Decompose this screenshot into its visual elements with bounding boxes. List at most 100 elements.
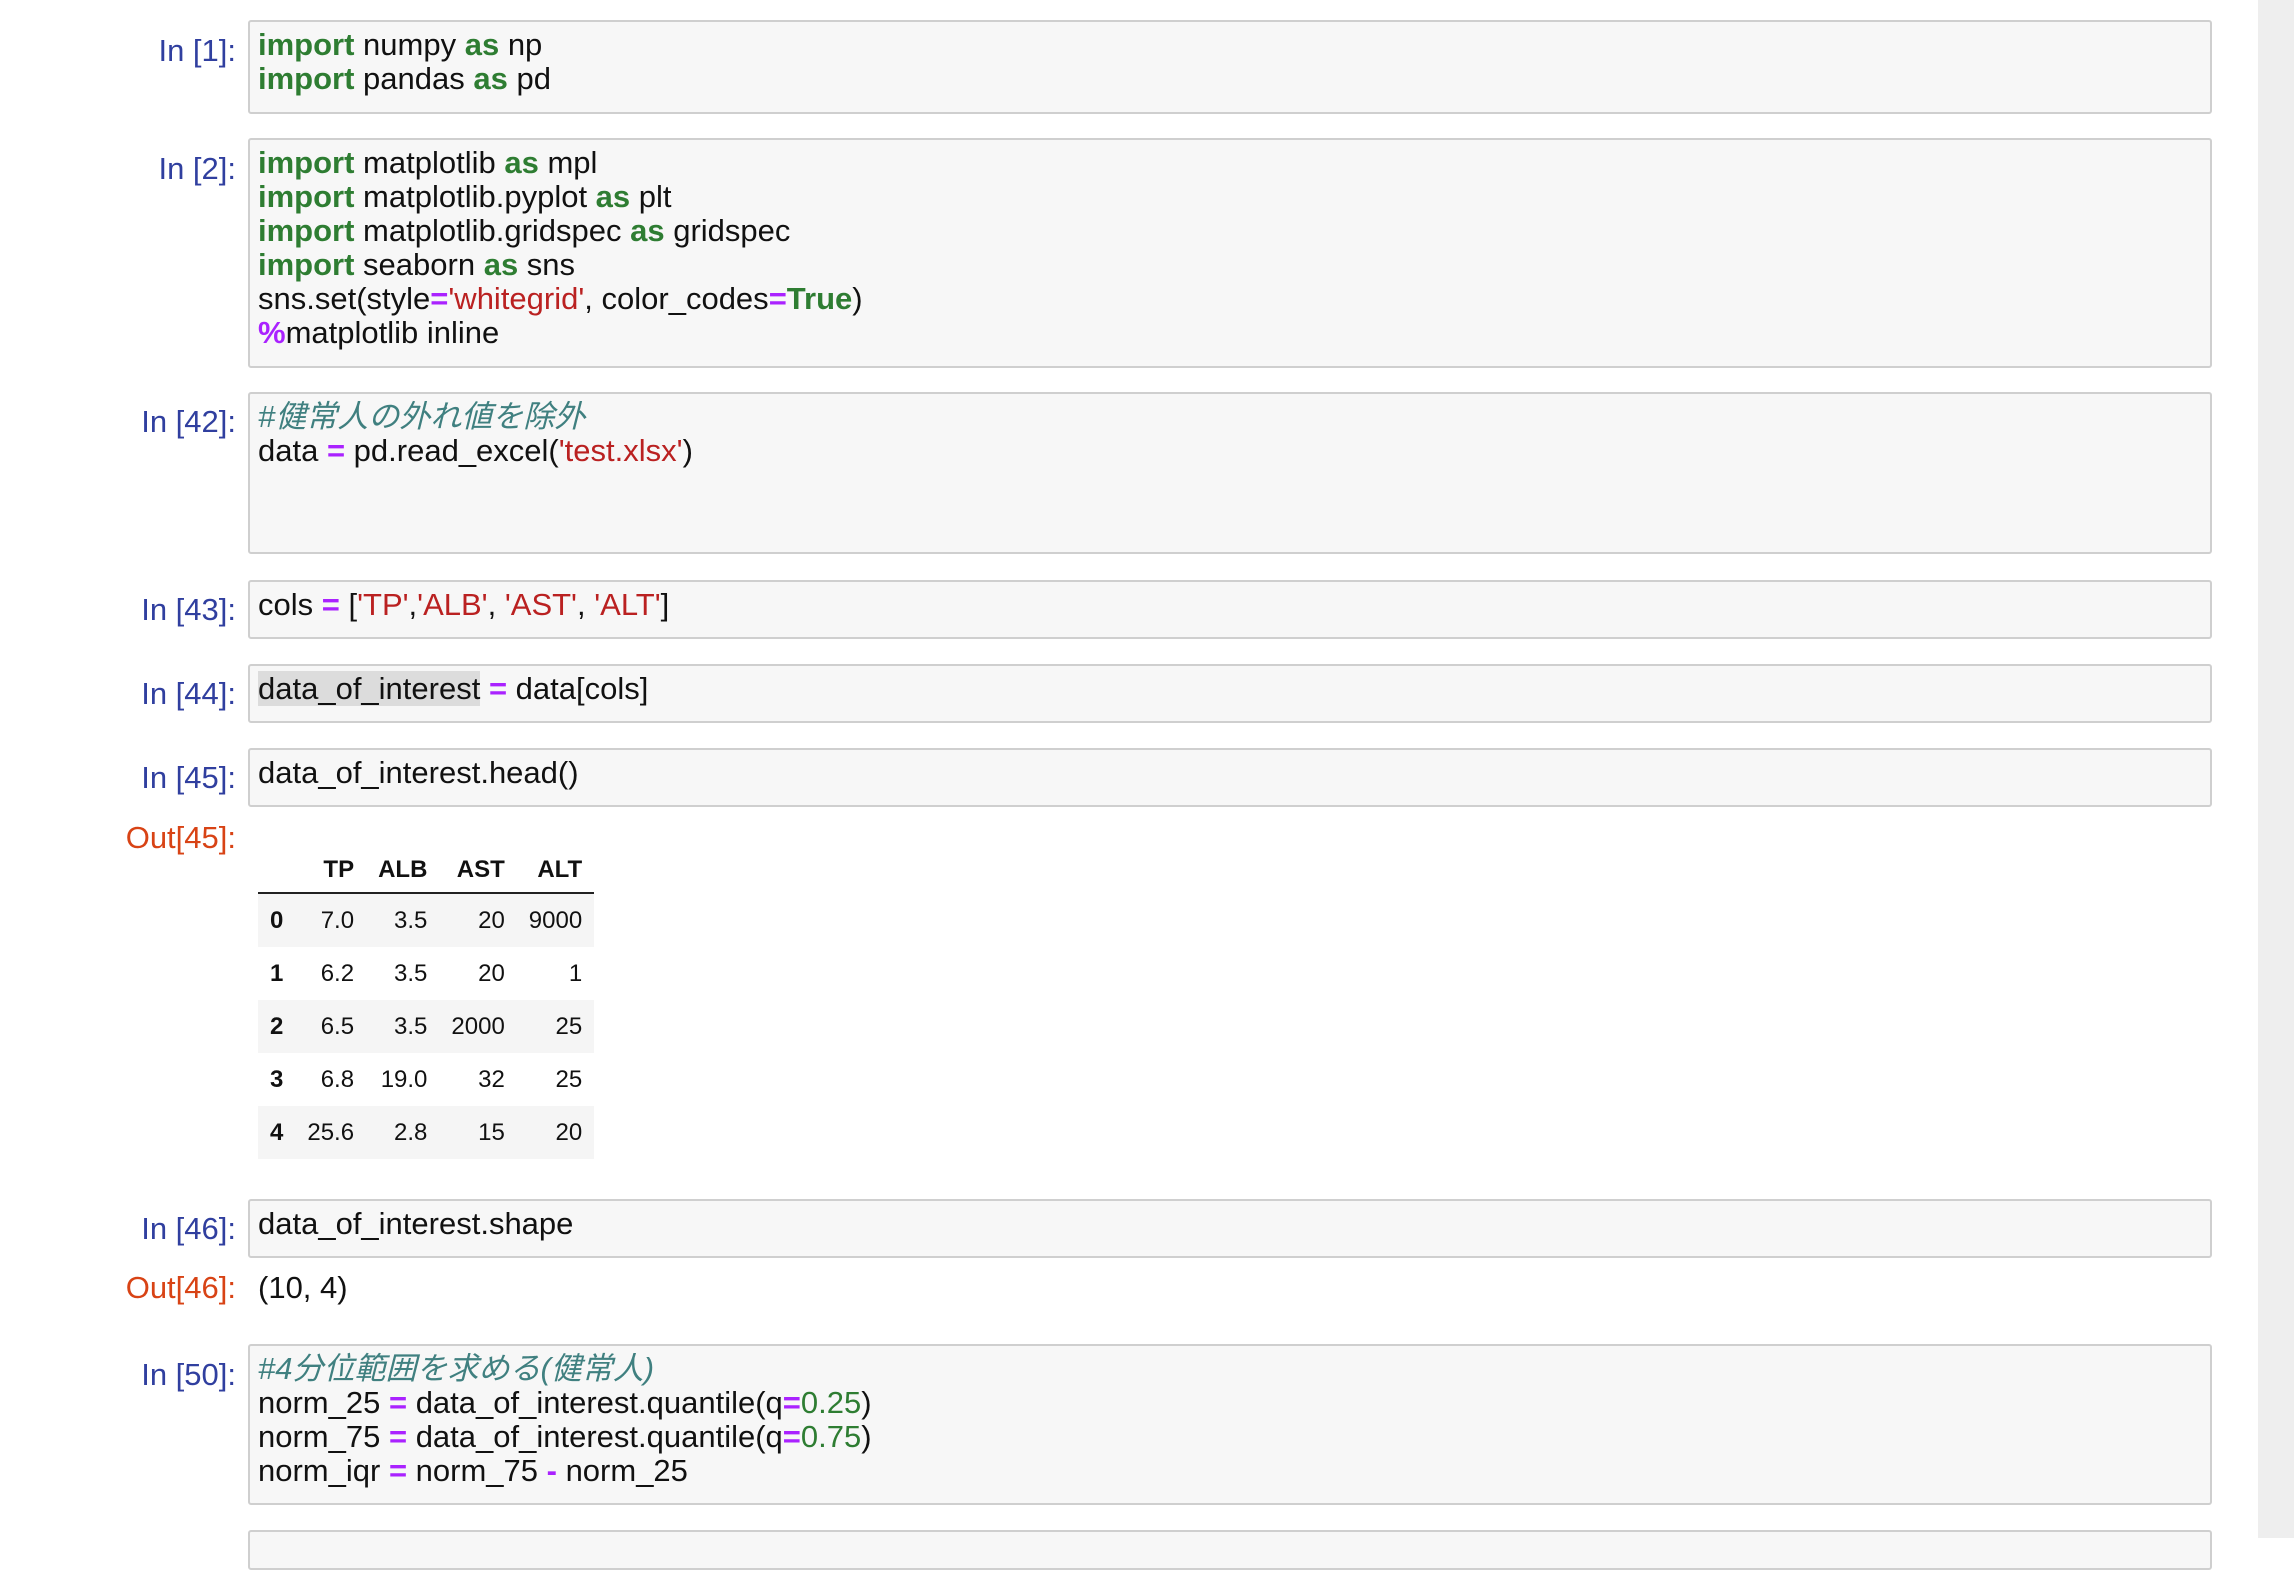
table-cell: 3.5 bbox=[394, 959, 428, 987]
code-text: numpy bbox=[354, 27, 465, 62]
keyword: as bbox=[630, 213, 665, 248]
table-cell: 6.2 bbox=[320, 959, 355, 987]
operator: = bbox=[782, 1419, 801, 1454]
keyword: import bbox=[258, 179, 355, 214]
code-text: matplotlib inline bbox=[285, 315, 500, 350]
table-row: 2 6.5 3.5 2000 25 bbox=[258, 1000, 595, 1053]
keyword: import bbox=[258, 27, 355, 62]
code-text: cols bbox=[258, 587, 322, 622]
code-text: data bbox=[258, 433, 327, 468]
keyword: as bbox=[483, 247, 519, 282]
scrollbar-gutter[interactable] bbox=[2258, 0, 2294, 1538]
table-row: 3 6.8 19.0 32 25 bbox=[258, 1053, 594, 1106]
table-cell: 19.0 bbox=[380, 1065, 428, 1093]
code-text: ] bbox=[660, 587, 670, 622]
input-prompt: In [44]: bbox=[141, 676, 236, 711]
string-literal: 'AST' bbox=[504, 587, 577, 622]
code-text: np bbox=[499, 27, 543, 62]
table-cell: 20 bbox=[478, 959, 505, 987]
input-prompt: In [42]: bbox=[141, 404, 236, 439]
index-header bbox=[258, 848, 296, 894]
code-text: norm_iqr bbox=[258, 1453, 389, 1488]
code-cell-2[interactable]: import matplotlib as mpl import matplotl… bbox=[248, 138, 2212, 368]
table-cell: 20 bbox=[555, 1118, 583, 1146]
code-text: data[cols] bbox=[507, 671, 649, 706]
operator: = bbox=[326, 433, 346, 468]
code-comment: #健常人の外れ値を除外 bbox=[258, 399, 586, 434]
code-text: mpl bbox=[538, 145, 598, 180]
table-cell: 6.5 bbox=[320, 1012, 355, 1040]
string-literal: 'ALB' bbox=[417, 587, 488, 622]
operator: = bbox=[388, 1385, 408, 1420]
code-text: matplotlib.gridspec bbox=[354, 213, 631, 248]
operator: = bbox=[388, 1453, 408, 1488]
table-row: 0 7.0 3.5 20 9000 bbox=[258, 893, 595, 947]
code-cell-45[interactable]: data_of_interest.head() bbox=[248, 748, 2212, 807]
code-cell-50[interactable]: #4分位範囲を求める(健常人) norm_25 = data_of_intere… bbox=[248, 1344, 2212, 1505]
code-text: ) bbox=[861, 1385, 872, 1420]
code-cell-43[interactable]: cols = ['TP','ALB', 'AST', 'ALT'] bbox=[248, 580, 2212, 639]
magic-operator: % bbox=[258, 315, 286, 350]
output-text: (10, 4) bbox=[258, 1270, 348, 1305]
code-text: norm_75 bbox=[258, 1419, 389, 1454]
operator: = bbox=[782, 1385, 801, 1420]
string-literal: 'test.xlsx' bbox=[558, 433, 683, 468]
number-literal: 0.25 bbox=[800, 1385, 862, 1420]
keyword: as bbox=[595, 179, 631, 214]
table-row: 4 25.6 2.8 15 20 bbox=[258, 1106, 595, 1159]
string-literal: 'whitegrid' bbox=[448, 281, 585, 316]
input-prompt: In [46]: bbox=[141, 1211, 236, 1246]
code-cell-46[interactable]: data_of_interest.shape bbox=[248, 1199, 2212, 1258]
keyword: as bbox=[473, 61, 508, 96]
table-cell: 15 bbox=[478, 1118, 505, 1146]
operator: = bbox=[388, 1419, 408, 1454]
code-text: norm_25 bbox=[258, 1385, 389, 1420]
table-cell: 7.0 bbox=[320, 906, 355, 934]
output-prompt: Out[45]: bbox=[125, 820, 236, 855]
keyword: as bbox=[504, 145, 539, 180]
table-cell: 25 bbox=[555, 1012, 583, 1040]
code-text: [ bbox=[339, 587, 358, 622]
code-text: ) bbox=[682, 433, 693, 468]
code-cell-42[interactable]: #健常人の外れ値を除外 data = pd.read_excel('test.x… bbox=[248, 392, 2212, 554]
code-text: pd.read_excel( bbox=[345, 433, 559, 468]
code-text: , bbox=[408, 587, 418, 622]
code-text: plt bbox=[630, 179, 672, 214]
code-text: data_of_interest.head() bbox=[258, 755, 579, 790]
code-text: matplotlib bbox=[354, 145, 505, 180]
code-text: ) bbox=[852, 281, 863, 316]
code-text: pd bbox=[507, 61, 551, 96]
code-text: sns.set(style bbox=[258, 281, 431, 316]
selected-text[interactable]: data_of_interest bbox=[258, 671, 481, 706]
column-header: ALT bbox=[516, 848, 595, 894]
code-text: matplotlib.pyplot bbox=[354, 179, 596, 214]
code-cell-next[interactable] bbox=[248, 1530, 2212, 1570]
column-header: ALB bbox=[366, 848, 440, 894]
table-cell: 32 bbox=[478, 1065, 505, 1093]
operator: = bbox=[430, 281, 449, 316]
row-index: 3 bbox=[270, 1065, 284, 1093]
table-cell: 1 bbox=[568, 959, 583, 987]
operator: = bbox=[488, 671, 508, 706]
row-index: 0 bbox=[270, 906, 284, 934]
code-cell-44[interactable]: data_of_interest = data[cols] bbox=[248, 664, 2212, 723]
column-header: AST bbox=[439, 848, 517, 894]
table-cell: 2.8 bbox=[394, 1118, 428, 1146]
row-index: 4 bbox=[270, 1118, 284, 1146]
keyword: as bbox=[464, 27, 500, 62]
string-literal: 'ALT' bbox=[594, 587, 661, 622]
table-cell: 25.6 bbox=[307, 1118, 355, 1146]
code-text: norm_25 bbox=[556, 1453, 688, 1488]
code-text: , color_codes bbox=[584, 281, 769, 316]
keyword: True bbox=[786, 281, 853, 316]
keyword: import bbox=[258, 145, 355, 180]
table-cell: 2000 bbox=[451, 1012, 505, 1040]
dataframe-table: TP ALB AST ALT 0 7.0 3.5 20 9000 1 6.2 3… bbox=[258, 848, 595, 1159]
table-cell: 3.5 bbox=[394, 1012, 428, 1040]
code-text: , bbox=[487, 587, 505, 622]
keyword: import bbox=[258, 247, 355, 282]
operator: = bbox=[768, 281, 787, 316]
code-cell-1[interactable]: import numpy as np import pandas as pd bbox=[248, 20, 2212, 114]
table-cell: 25 bbox=[555, 1065, 583, 1093]
